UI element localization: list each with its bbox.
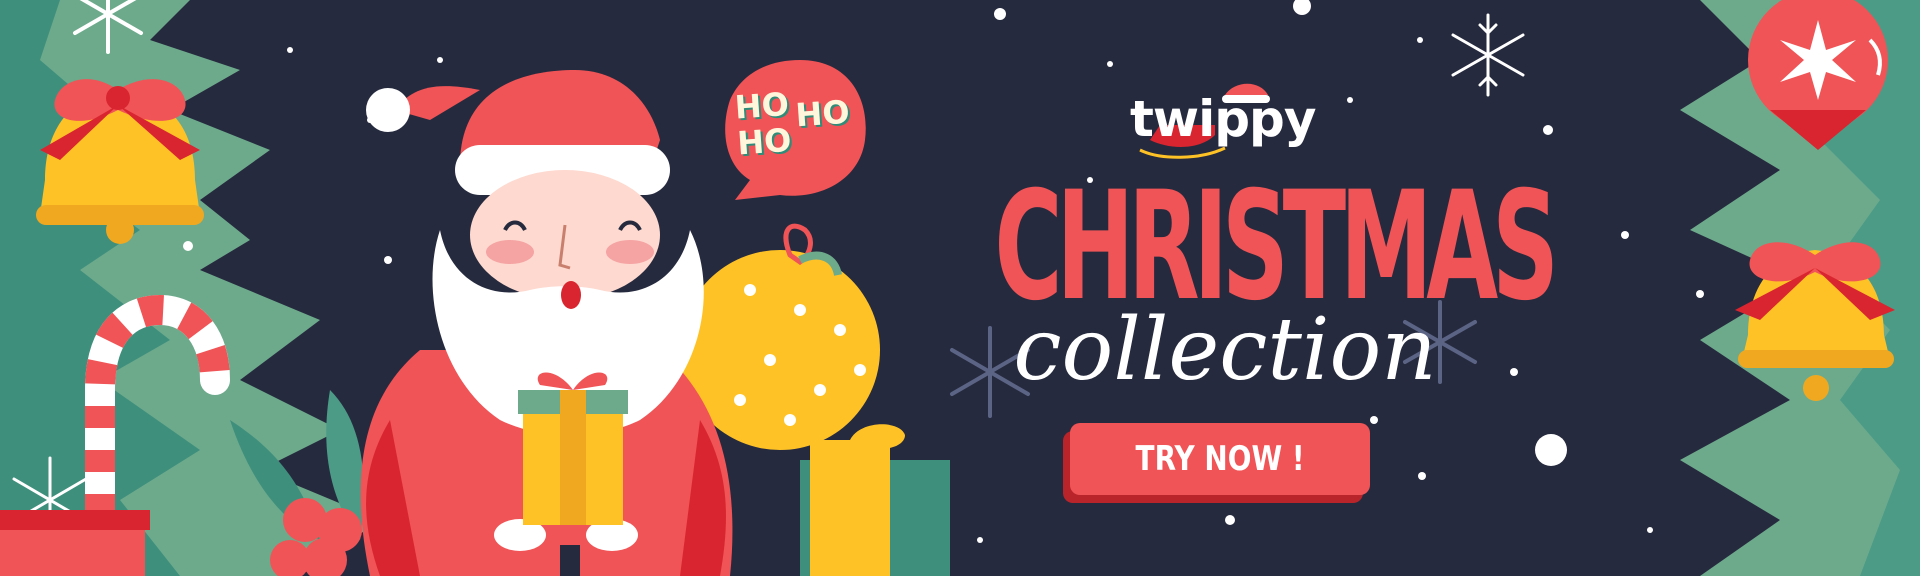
try-now-button[interactable]: TRY NOW ! [1070, 423, 1370, 495]
christmas-banner: HO HO HO twippy CHRISTMAS collection TRY… [0, 0, 1920, 576]
hoho-speech-text: HO HO HO [734, 81, 871, 163]
try-now-label: TRY NOW ! [1135, 439, 1305, 479]
bell-icon [36, 79, 204, 244]
brand-logo: twippy [1130, 90, 1316, 148]
santa-illustration [360, 70, 733, 576]
banner-artwork [0, 0, 1920, 576]
gift-icon [800, 424, 950, 576]
page-subtitle: collection [1013, 300, 1437, 400]
left-christmas-tree [0, 0, 380, 576]
gift-icon [0, 510, 150, 576]
